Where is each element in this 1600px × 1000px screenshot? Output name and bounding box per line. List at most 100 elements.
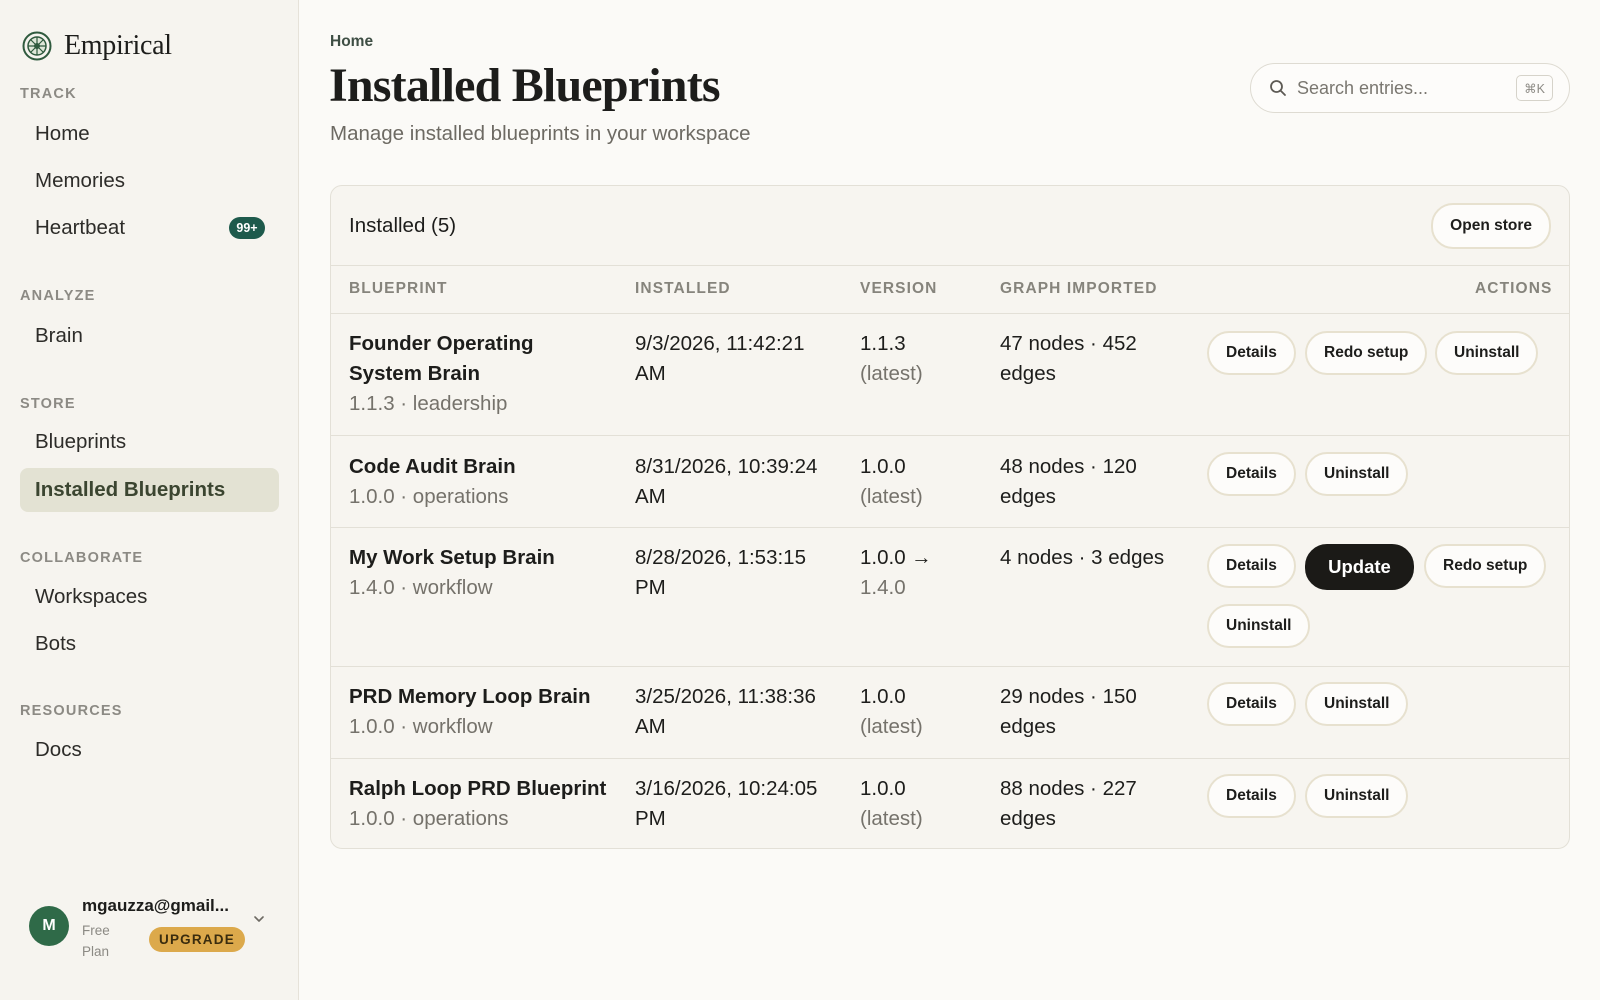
blueprint-meta: 1.0.0 · operations [349,485,509,508]
avatar: M [29,906,69,946]
blueprint-meta: 1.1.3 · leadership [349,392,508,415]
section-label-track: TRACK [20,86,77,102]
open-store-button[interactable]: Open store [1431,203,1551,249]
sidebar-item-bots[interactable]: Bots [20,622,279,666]
sidebar-item-brain[interactable]: Brain [20,314,279,358]
graph-imported: 4 nodes · 3 edges [1000,546,1165,569]
details-button[interactable]: Details [1207,544,1296,588]
table-row: Founder Operating System Brain 1.1.3 · l… [331,313,1569,435]
column-header-graph-imported: GRAPH IMPORTED [1000,280,1158,297]
version: 1.0.0 → 1.4.0 [860,543,932,603]
blueprint-name: My Work Setup Brain [349,546,555,569]
details-button[interactable]: Details [1207,774,1296,818]
installed-date-line: 3/16/2026, 10:24:05 [635,777,818,800]
uninstall-button[interactable]: Uninstall [1207,604,1311,648]
upgrade-button[interactable]: UPGRADE [149,927,245,952]
uninstall-button[interactable]: Uninstall [1435,331,1539,375]
sidebar-item-docs[interactable]: Docs [20,728,279,772]
redo-setup-button[interactable]: Redo setup [1305,331,1428,375]
uninstall-button[interactable]: Uninstall [1305,774,1409,818]
installed-date: 9/3/2026, 11:42:21 AM [635,329,804,389]
details-button[interactable]: Details [1207,452,1296,496]
search-input[interactable] [1297,77,1507,99]
graph-imported: 88 nodes · 227 edges [1000,774,1137,834]
user-plan: Free Plan [82,923,110,959]
graph-line: edges [1000,715,1056,738]
graph-line: 29 nodes · 150 [1000,685,1137,708]
column-header-actions: ACTIONS [1475,280,1553,297]
blueprint-name-line: Founder Operating [349,332,534,355]
uninstall-button[interactable]: Uninstall [1305,452,1409,496]
details-button[interactable]: Details [1207,682,1296,726]
version: 1.0.0 (latest) [860,774,923,834]
sidebar-item-workspaces[interactable]: Workspaces [20,575,279,619]
sidebar-item-label: Home [35,122,90,145]
sidebar-item-home[interactable]: Home [20,112,279,156]
details-button[interactable]: Details [1207,331,1296,375]
graph-imported: 29 nodes · 150 edges [1000,682,1137,742]
installed-date: 8/28/2026, 1:53:15 PM [635,543,806,603]
redo-setup-button[interactable]: Redo setup [1424,544,1547,588]
version: 1.0.0 (latest) [860,452,923,512]
version-current: 1.0.0 [860,455,906,478]
uninstall-button[interactable]: Uninstall [1305,682,1409,726]
table-row: Ralph Loop PRD Blueprint 1.0.0 · operati… [331,758,1569,848]
breadcrumb[interactable]: Home [330,33,373,51]
version-current: 1.0.0 [860,777,906,800]
graph-line: edges [1000,362,1056,385]
table-row: Code Audit Brain 1.0.0 · operations 8/31… [331,435,1569,527]
blueprint-name: Ralph Loop PRD Blueprint [349,777,607,800]
installed-date: 8/31/2026, 10:39:24 AM [635,452,817,512]
installed-date-line: AM [635,715,666,738]
graph-imported: 48 nodes · 120 edges [1000,452,1137,512]
chevron-down-icon[interactable] [252,912,266,926]
sidebar-item-label: Memories [35,169,125,192]
sidebar-item-label: Brain [35,324,83,347]
keyboard-shortcut-hint: ⌘K [1516,75,1553,101]
version-current: 1.0.0 → [860,546,932,569]
table-row: My Work Setup Brain 1.4.0 · workflow 8/2… [331,527,1569,666]
version-current: 1.0.0 [860,685,906,708]
panel-title: Installed (5) [349,214,457,237]
graph-line: 47 nodes · 452 [1000,332,1137,355]
blueprint-name: PRD Memory Loop Brain [349,685,591,708]
blueprint-name: Code Audit Brain [349,455,516,478]
blueprint-meta: 1.4.0 · workflow [349,576,493,599]
section-label-store: STORE [20,396,76,412]
version: 1.1.3 (latest) [860,329,923,389]
sidebar-item-memories[interactable]: Memories [20,159,279,203]
installed-date-line: 3/25/2026, 11:38:36 [635,685,816,708]
sidebar-item-blueprints[interactable]: Blueprints [20,420,279,464]
section-label-collaborate: COLLABORATE [20,550,144,566]
sidebar-item-label: Installed Blueprints [35,478,226,501]
update-button[interactable]: Update [1305,544,1414,590]
section-label-analyze: ANALYZE [20,288,96,304]
user-email: mgauzza@gmail... [82,896,229,915]
notification-badge: 99+ [229,217,265,239]
installed-date-line: PM [635,807,666,830]
search-icon [1270,80,1286,96]
installed-date-line: 8/28/2026, 1:53:15 [635,546,806,569]
version-available: 1.4.0 [860,576,906,599]
sidebar-item-heartbeat[interactable]: Heartbeat 99+ [20,206,279,250]
sidebar-item-label: Docs [35,738,82,761]
user-menu[interactable]: M mgauzza@gmail... Free Plan UPGRADE [29,894,279,959]
search-box[interactable]: ⌘K [1250,63,1570,113]
sidebar: Empirical TRACK Home Memories Heartbeat … [0,0,299,1000]
column-header-blueprint: BLUEPRINT [349,280,448,297]
column-header-version: VERSION [860,280,938,297]
sidebar-item-label: Blueprints [35,430,127,453]
graph-line: 48 nodes · 120 [1000,455,1137,478]
brand[interactable]: Empirical [22,30,172,62]
sidebar-item-label: Heartbeat [35,216,126,239]
blueprint-meta: 1.0.0 · workflow [349,715,493,738]
installed-date-line: PM [635,576,666,599]
version-status: (latest) [860,715,923,738]
graph-line: edges [1000,485,1056,508]
graph-line: edges [1000,807,1056,830]
sidebar-item-installed-blueprints[interactable]: Installed Blueprints [20,468,279,512]
version-status: (latest) [860,362,923,385]
panel-header: Installed (5) Open store [331,186,1569,266]
column-header-installed: INSTALLED [635,280,731,297]
blueprint-meta: 1.0.0 · operations [349,807,509,830]
